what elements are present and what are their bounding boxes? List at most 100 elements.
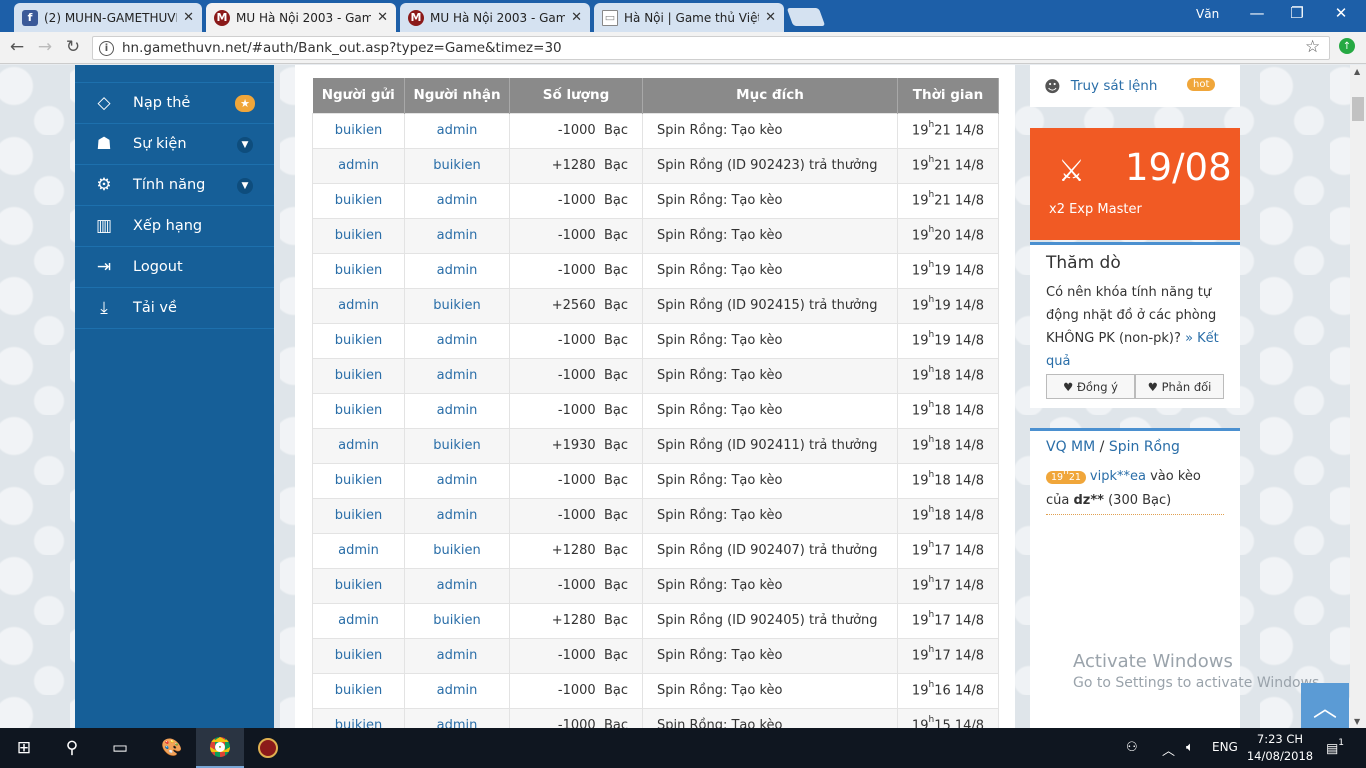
event-promo-card[interactable]: ⚔ 19/08 x2 Exp Master	[1030, 128, 1240, 240]
vq-mm-link[interactable]: VQ MM	[1046, 439, 1095, 455]
task-view-icon[interactable]: ▭	[96, 728, 144, 768]
scroll-up-arrow-icon[interactable]: ▲	[1354, 67, 1360, 76]
sender-link[interactable]: admin	[338, 543, 379, 558]
receiver-cell[interactable]: admin	[404, 567, 510, 604]
truy-sat-lenh-link[interactable]: ☻ Truy sát lệnh hot	[1030, 65, 1240, 107]
tray-chevron-up-icon[interactable]: ︿	[1162, 740, 1175, 759]
receiver-cell[interactable]: buikien	[404, 427, 510, 464]
scroll-down-arrow-icon[interactable]: ▼	[1354, 717, 1360, 726]
feed-user-link[interactable]: vipk**ea	[1090, 469, 1146, 484]
sender-cell[interactable]: buikien	[312, 357, 405, 394]
sidebar-item-logout[interactable]: ⇥ Logout	[75, 247, 274, 288]
receiver-link[interactable]: buikien	[433, 543, 480, 558]
sender-link[interactable]: buikien	[335, 228, 382, 243]
clock[interactable]: 7:23 CH 14/08/2018	[1244, 731, 1316, 765]
sender-cell[interactable]: buikien	[312, 112, 405, 149]
sender-link[interactable]: buikien	[335, 683, 382, 698]
receiver-cell[interactable]: admin	[404, 357, 510, 394]
close-tab-icon[interactable]: ✕	[183, 10, 194, 25]
back-to-top-button[interactable]: ︿	[1301, 683, 1349, 728]
receiver-cell[interactable]: admin	[404, 252, 510, 289]
browser-tab-4[interactable]: ▭ Hà Nội | Game thủ Việt N ✕	[594, 3, 784, 32]
sidebar-item-cut-off[interactable]	[75, 65, 274, 83]
receiver-link[interactable]: admin	[437, 368, 478, 383]
disagree-button[interactable]: ♥ Phản đối	[1135, 374, 1224, 399]
sender-link[interactable]: buikien	[335, 123, 382, 138]
sender-link[interactable]: buikien	[335, 508, 382, 523]
sender-cell[interactable]: buikien	[312, 182, 405, 219]
agree-button[interactable]: ♥ Đồng ý	[1046, 374, 1135, 399]
scrollbar-thumb[interactable]	[1352, 97, 1364, 121]
paint-app-icon[interactable]: 🎨	[148, 728, 196, 768]
sender-link[interactable]: buikien	[335, 648, 382, 663]
sender-link[interactable]: buikien	[335, 473, 382, 488]
sender-link[interactable]: admin	[338, 298, 379, 313]
receiver-link[interactable]: admin	[437, 578, 478, 593]
forward-icon[interactable]: →	[34, 37, 56, 57]
receiver-link[interactable]: admin	[437, 403, 478, 418]
back-icon[interactable]: ←	[6, 37, 28, 57]
sender-link[interactable]: buikien	[335, 403, 382, 418]
receiver-link[interactable]: buikien	[433, 298, 480, 313]
sender-cell[interactable]: buikien	[312, 252, 405, 289]
receiver-link[interactable]: admin	[437, 508, 478, 523]
receiver-cell[interactable]: admin	[404, 392, 510, 429]
receiver-cell[interactable]: buikien	[404, 602, 510, 639]
new-tab-button[interactable]	[786, 8, 826, 26]
receiver-link[interactable]: admin	[437, 683, 478, 698]
sender-cell[interactable]: buikien	[312, 567, 405, 604]
sidebar-item-nap-the[interactable]: ◇ Nạp thẻ ★	[75, 83, 274, 124]
receiver-link[interactable]: admin	[437, 718, 478, 728]
sender-cell[interactable]: buikien	[312, 707, 405, 728]
reload-icon[interactable]: ↻	[62, 37, 84, 57]
receiver-link[interactable]: admin	[437, 263, 478, 278]
sender-cell[interactable]: buikien	[312, 637, 405, 674]
receiver-link[interactable]: buikien	[433, 613, 480, 628]
maximize-icon[interactable]: ❐	[1282, 4, 1312, 22]
sender-link[interactable]: buikien	[335, 368, 382, 383]
close-tab-icon[interactable]: ✕	[571, 10, 582, 25]
notification-icon[interactable]: ▤1	[1326, 738, 1344, 756]
chevron-down-icon[interactable]: ▼	[237, 137, 253, 153]
mu-game-app-icon[interactable]	[244, 728, 292, 768]
profile-name[interactable]: Văn	[1196, 7, 1219, 21]
receiver-cell[interactable]: admin	[404, 462, 510, 499]
spin-rong-link[interactable]: Spin Rồng	[1109, 439, 1180, 455]
receiver-cell[interactable]: admin	[404, 182, 510, 219]
receiver-link[interactable]: admin	[437, 123, 478, 138]
receiver-link[interactable]: admin	[437, 473, 478, 488]
bookmark-star-icon[interactable]: ☆	[1305, 37, 1320, 57]
sender-link[interactable]: buikien	[335, 193, 382, 208]
sender-cell[interactable]: buikien	[312, 217, 405, 254]
receiver-link[interactable]: admin	[437, 648, 478, 663]
sender-link[interactable]: admin	[338, 613, 379, 628]
sender-cell[interactable]: admin	[312, 602, 405, 639]
sender-link[interactable]: buikien	[335, 718, 382, 728]
sidebar-item-tai-ve[interactable]: ⤓ Tải về	[75, 288, 274, 329]
chrome-app-icon[interactable]	[196, 728, 244, 768]
receiver-cell[interactable]: admin	[404, 322, 510, 359]
sender-link[interactable]: admin	[338, 438, 379, 453]
close-tab-icon[interactable]: ✕	[377, 10, 388, 25]
receiver-cell[interactable]: buikien	[404, 147, 510, 184]
address-bar[interactable]: i hn.gamethuvn.net/#auth/Bank_out.asp?ty…	[92, 36, 1330, 60]
receiver-cell[interactable]: admin	[404, 637, 510, 674]
close-tab-icon[interactable]: ✕	[765, 10, 776, 25]
sender-cell[interactable]: admin	[312, 287, 405, 324]
sidebar-item-tinh-nang[interactable]: ⚙ Tính năng ▼	[75, 165, 274, 206]
receiver-cell[interactable]: admin	[404, 707, 510, 728]
sender-cell[interactable]: buikien	[312, 672, 405, 709]
receiver-link[interactable]: buikien	[433, 158, 480, 173]
search-icon[interactable]: ⚲	[48, 728, 96, 768]
site-info-icon[interactable]: i	[99, 40, 114, 56]
sender-link[interactable]: buikien	[335, 263, 382, 278]
receiver-link[interactable]: admin	[437, 333, 478, 348]
sender-link[interactable]: buikien	[335, 578, 382, 593]
close-window-icon[interactable]: ✕	[1326, 4, 1356, 22]
receiver-cell[interactable]: admin	[404, 217, 510, 254]
sidebar-item-xep-hang[interactable]: ▥ Xếp hạng	[75, 206, 274, 247]
receiver-cell[interactable]: buikien	[404, 532, 510, 569]
receiver-link[interactable]: admin	[437, 193, 478, 208]
people-icon[interactable]: ⚇	[1126, 740, 1138, 755]
receiver-link[interactable]: buikien	[433, 438, 480, 453]
